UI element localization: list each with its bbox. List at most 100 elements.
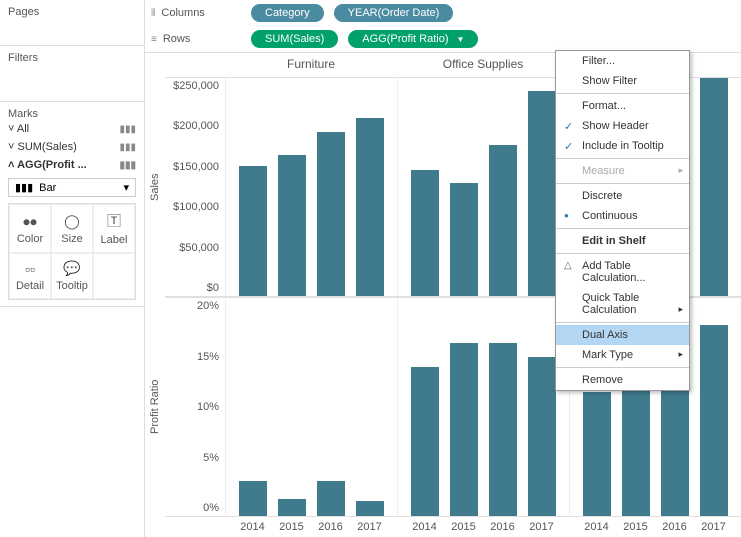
menu-show-filter[interactable]: Show Filter [556, 71, 689, 91]
bar[interactable] [239, 166, 267, 296]
bar[interactable] [528, 357, 556, 516]
year-tick: 2014 [412, 521, 436, 537]
bar[interactable] [317, 481, 345, 516]
menu-dual-axis[interactable]: Dual Axis [556, 325, 689, 345]
bar[interactable] [356, 118, 384, 296]
bar[interactable] [239, 481, 267, 516]
color-label: Color [17, 233, 43, 245]
menu-continuous[interactable]: Continuous [556, 206, 689, 226]
bar-icon: ▮▮▮ [15, 181, 33, 194]
size-label: Size [61, 233, 82, 245]
bar-icon: ▮▮▮ [119, 142, 136, 153]
bar[interactable] [450, 343, 478, 516]
bar[interactable] [450, 183, 478, 296]
pages-title: Pages [8, 6, 136, 18]
pages-card: Pages [0, 0, 144, 46]
tooltip-icon: 💬 [63, 260, 80, 277]
xaxis-panel: 2014201520162017 [225, 517, 397, 537]
bar[interactable] [356, 501, 384, 516]
menu-filter[interactable]: Filter... [556, 51, 689, 71]
menu-separator [556, 253, 689, 254]
bar-icon: ▮▮▮ [119, 160, 136, 171]
bar[interactable] [411, 367, 439, 516]
year-tick: 2015 [623, 521, 647, 537]
bar[interactable] [489, 343, 517, 516]
bar[interactable] [700, 78, 728, 296]
menu-include-tooltip[interactable]: Include in Tooltip [556, 136, 689, 156]
xaxis-panel: 2014201520162017 [569, 517, 741, 537]
mark-encodings-grid: ⦁⦁Color ◯ Size 🅃Label ▫▫ Detail 💬 Tooltip [8, 203, 136, 300]
pill-agg-profit[interactable]: AGG(Profit Ratio)▼ [348, 30, 478, 48]
marks-aggprofit-label: AGG(Profit ... [17, 159, 87, 171]
pill-sum-sales[interactable]: SUM(Sales) [251, 30, 338, 48]
mark-type-dropdown[interactable]: ▮▮▮Bar ▾ [8, 178, 136, 197]
detail-label: Detail [16, 280, 44, 292]
detail-button[interactable]: ▫▫ Detail [9, 253, 51, 299]
detail-icon: ▫▫ [25, 261, 35, 277]
tooltip-button[interactable]: 💬 Tooltip [51, 253, 93, 299]
size-icon: ◯ [64, 213, 80, 230]
marks-all-row[interactable]: ˅ All ▮▮▮ [8, 120, 136, 138]
menu-mark-type[interactable]: Mark Type [556, 345, 689, 365]
columns-shelf[interactable]: ⦀ Columns Category YEAR(Order Date) [145, 0, 741, 26]
columns-label: Columns [161, 7, 204, 19]
ytick: $0 [207, 282, 219, 294]
bar[interactable] [528, 91, 556, 296]
year-tick: 2015 [279, 521, 303, 537]
columns-icon: ⦀ [151, 8, 155, 19]
ytick: $150,000 [173, 161, 219, 173]
marks-title: Marks [8, 108, 136, 120]
year-tick: 2014 [240, 521, 264, 537]
bar[interactable] [411, 170, 439, 296]
menu-format[interactable]: Format... [556, 96, 689, 116]
menu-add-calc[interactable]: Add Table Calculation... [556, 256, 689, 288]
empty-cell [93, 253, 135, 299]
menu-discrete[interactable]: Discrete [556, 186, 689, 206]
ytick: 20% [197, 300, 219, 312]
sales-yaxis: $250,000 $200,000 $150,000 $100,000 $50,… [165, 78, 225, 296]
rows-label: Rows [163, 33, 191, 45]
menu-separator [556, 228, 689, 229]
xaxis-panels: 2014201520162017201420152016201720142015… [225, 517, 741, 537]
ytick: $100,000 [173, 201, 219, 213]
menu-quick-calc[interactable]: Quick Table Calculation [556, 288, 689, 320]
menu-measure: Measure [556, 161, 689, 181]
left-panel: Pages Filters Marks ˅ All ▮▮▮ ˅ SUM(Sale… [0, 0, 145, 537]
year-tick: 2017 [529, 521, 553, 537]
label-button[interactable]: 🅃Label [93, 204, 135, 253]
ytick: 10% [197, 401, 219, 413]
main-area: ⦀ Columns Category YEAR(Order Date) ≡Rows… [145, 0, 741, 537]
bar[interactable] [489, 145, 517, 296]
ytick: $50,000 [179, 242, 219, 254]
color-button[interactable]: ⦁⦁Color [9, 204, 51, 253]
size-button[interactable]: ◯ Size [51, 204, 93, 253]
marks-card: Marks ˅ All ▮▮▮ ˅ SUM(Sales) ▮▮▮ ˄ AGG(P… [0, 102, 144, 307]
filters-title: Filters [8, 52, 136, 64]
pill-category[interactable]: Category [251, 4, 324, 22]
bar[interactable] [278, 499, 306, 516]
bar[interactable] [583, 392, 611, 516]
marks-sumsales-row[interactable]: ˅ SUM(Sales) ▮▮▮ [8, 138, 136, 156]
context-menu: Filter... Show Filter Format... Show Hea… [555, 50, 690, 391]
mark-type-label: Bar [39, 182, 56, 194]
bar[interactable] [700, 325, 728, 516]
sales-axis-label: Sales [145, 77, 165, 297]
rows-shelf[interactable]: ≡Rows SUM(Sales) AGG(Profit Ratio)▼ [145, 26, 741, 52]
chart-panel [397, 298, 569, 516]
chart-panel [225, 78, 397, 296]
menu-remove[interactable]: Remove [556, 370, 689, 390]
ytick: $200,000 [173, 120, 219, 132]
ytick: 15% [197, 351, 219, 363]
menu-separator [556, 322, 689, 323]
label-icon: 🅃 [107, 211, 121, 231]
cat-header: Furniture [225, 53, 397, 77]
pill-year[interactable]: YEAR(Order Date) [334, 4, 454, 22]
menu-show-header[interactable]: Show Header [556, 116, 689, 136]
bar[interactable] [317, 132, 345, 296]
tooltip-label: Tooltip [56, 280, 88, 292]
menu-edit-shelf[interactable]: Edit in Shelf [556, 231, 689, 251]
marks-aggprofit-row[interactable]: ˄ AGG(Profit ... ▮▮▮ [8, 156, 136, 174]
chart-panel [397, 78, 569, 296]
filters-card: Filters [0, 46, 144, 102]
bar[interactable] [278, 155, 306, 296]
